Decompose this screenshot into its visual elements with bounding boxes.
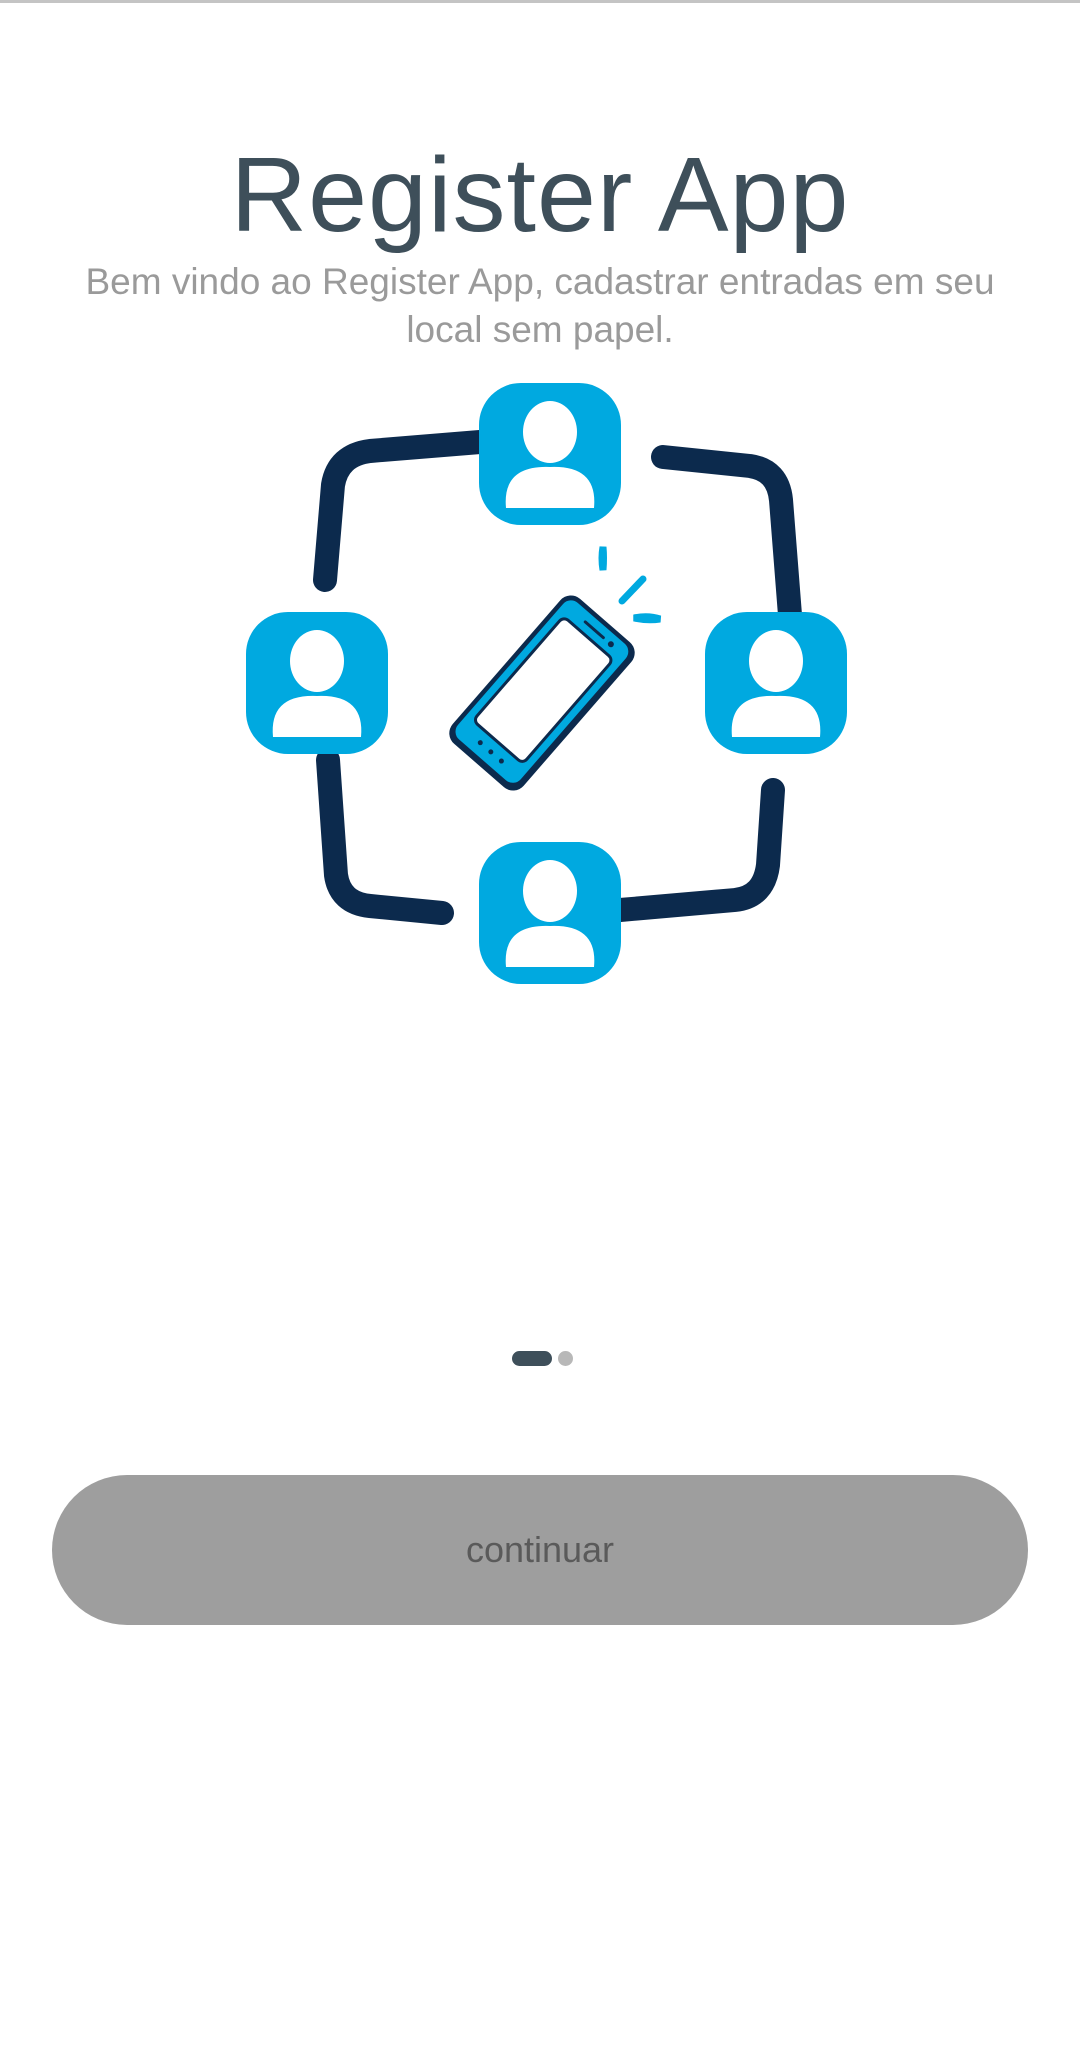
onboarding-screen: Register App Bem vindo ao Register App, … [0,0,1080,2053]
top-divider [0,0,1080,3]
connector-bottom-right [608,778,785,922]
user-icon [479,383,621,525]
user-icon [705,612,847,754]
page-dot [557,1350,573,1366]
notification-sparks [598,546,662,624]
app-title: Register App [230,136,850,254]
connector-bottom-left [316,748,454,925]
welcome-subtitle: Bem vindo ao Register App, cadastrar ent… [85,261,995,350]
user-icon [479,842,621,984]
continue-button[interactable]: continuar [52,1475,1028,1625]
smartphone-icon [449,595,635,791]
page-indicator [0,1348,1080,1368]
user-icon [246,612,388,754]
network-illustration [246,383,847,984]
connector-top-left [313,430,492,592]
connector-top-right [651,445,802,627]
page-dot-active [511,1350,552,1366]
